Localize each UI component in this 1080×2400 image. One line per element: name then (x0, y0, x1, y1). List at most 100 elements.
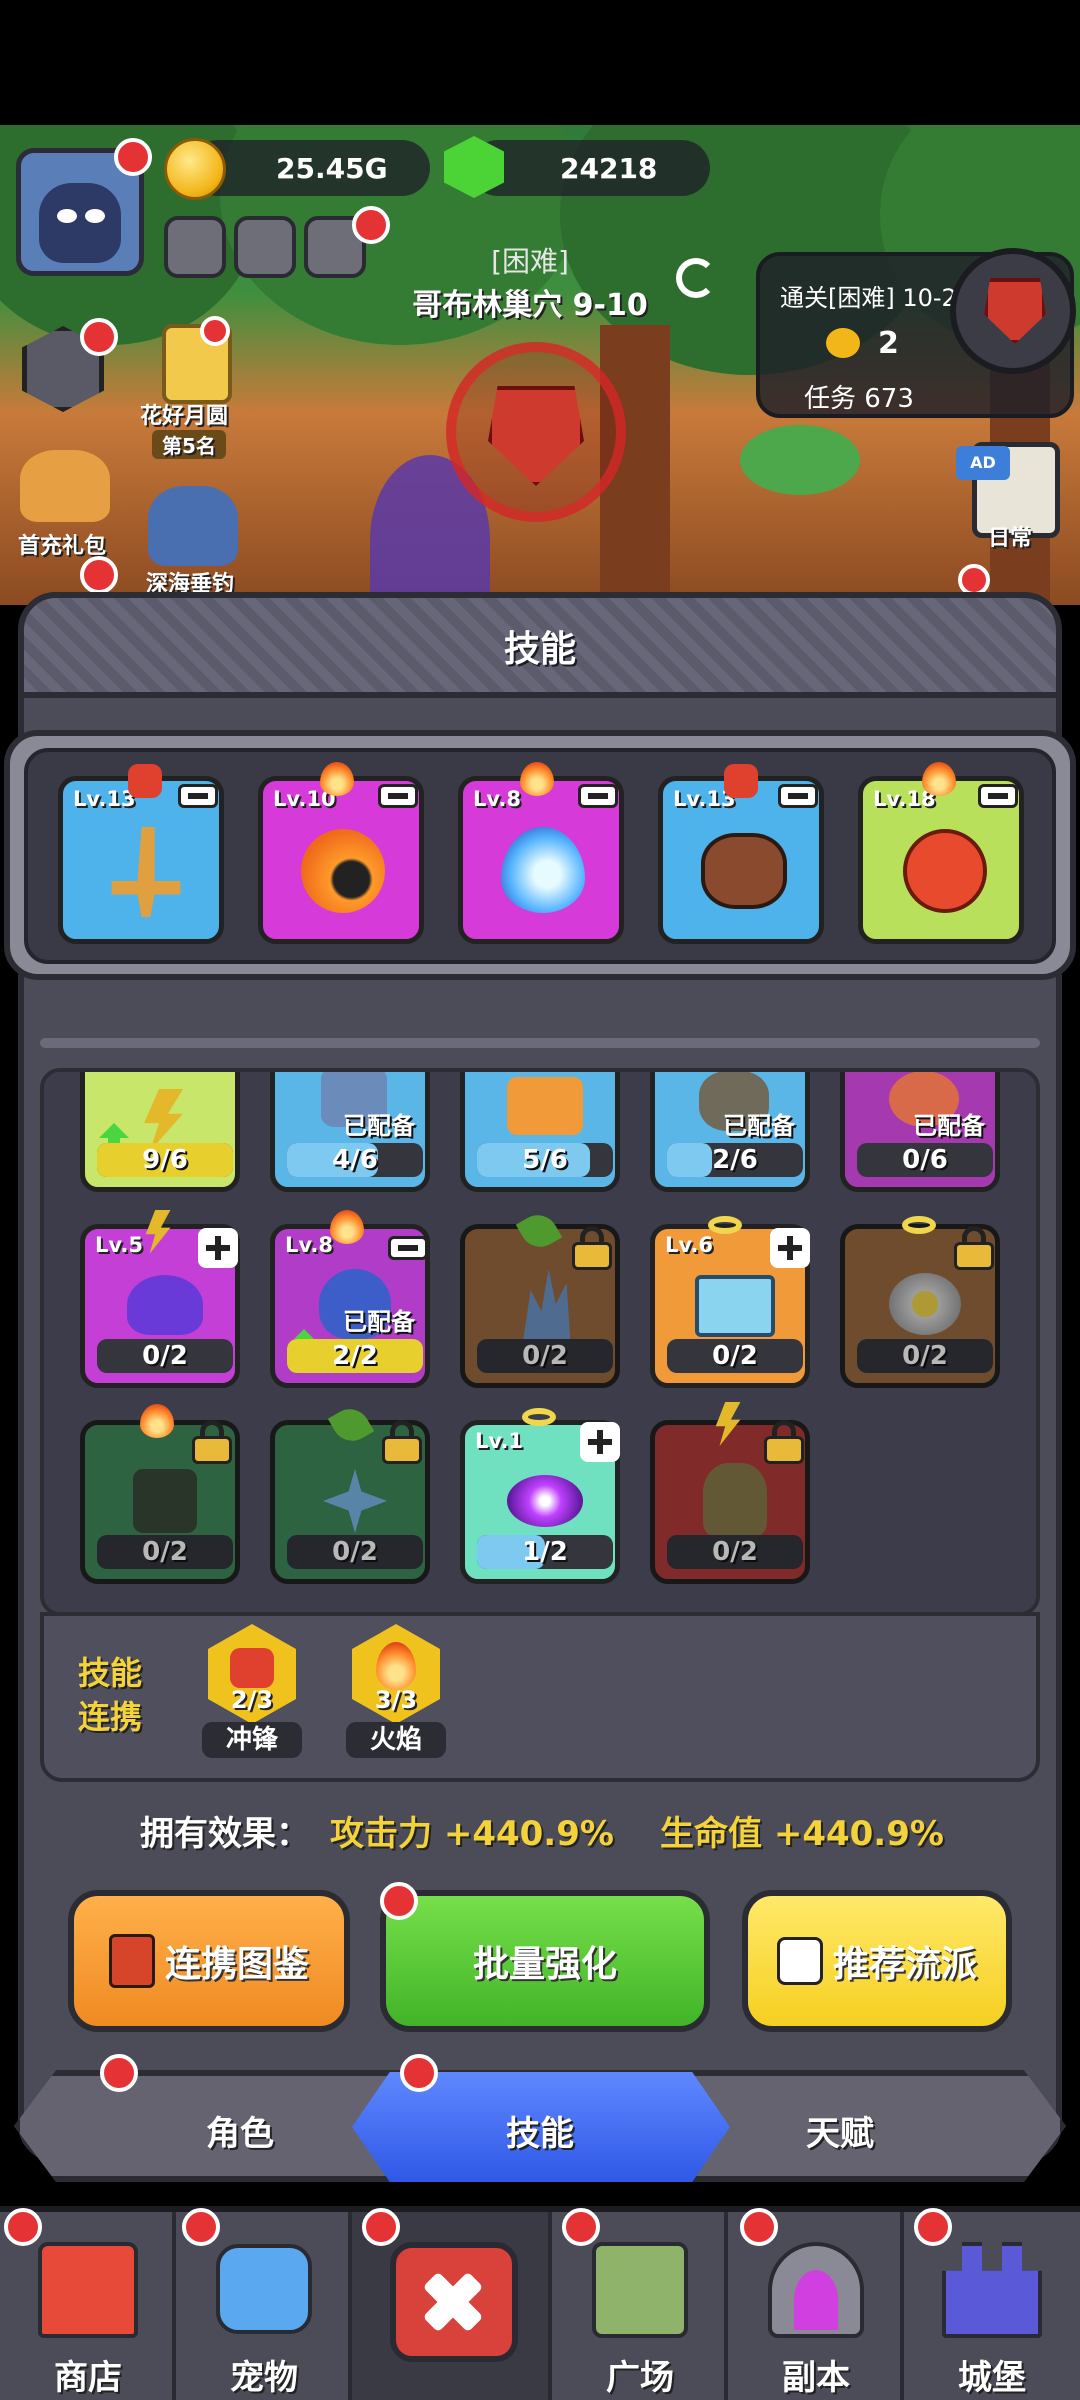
skill-card[interactable]: 已配备 2/6 (650, 1072, 810, 1192)
book-icon (108, 1934, 155, 1988)
lock-icon (382, 1420, 422, 1464)
unequip-button[interactable] (388, 1236, 428, 1260)
flame-badge-icon (140, 1404, 174, 1438)
heart-icon[interactable] (164, 216, 226, 278)
progress-bar: 0/6 (857, 1143, 993, 1177)
skill-panel-title: 技能 (503, 629, 576, 670)
unequip-button[interactable] (578, 784, 618, 808)
collection-button-label: 连携图鉴 (164, 1944, 309, 1985)
thumbs-up-icon (776, 1937, 823, 1985)
gold-coin-icon (164, 138, 226, 200)
progress-bar: 5/6 (477, 1143, 613, 1177)
skill-link-section (40, 1612, 1040, 1782)
tab-talent[interactable]: 天赋 (730, 2106, 950, 2155)
quest-boss-button[interactable] (950, 248, 1076, 374)
equipped-tag: 已配备 (723, 1112, 795, 1140)
progress-bar: 0/2 (97, 1339, 233, 1373)
lock-icon (192, 1420, 232, 1464)
flame-badge-icon (922, 762, 956, 796)
nav-castle-label: 城堡 (958, 2358, 1026, 2398)
quest-boss-icon (984, 278, 1046, 344)
equipped-tag: 已配备 (913, 1112, 985, 1140)
fireball-icon (301, 829, 385, 913)
close-button[interactable] (390, 2242, 518, 2362)
skill-level: Lv.5 (95, 1233, 143, 1257)
festival-name: 花好月圆 (140, 404, 229, 429)
progress-bar: 0/2 (667, 1535, 803, 1569)
skill-card[interactable]: 已配备 0/6 (840, 1072, 1000, 1192)
festival-rank: 第5名 (152, 430, 226, 459)
boar-icon (701, 833, 787, 909)
castle-icon (942, 2242, 1042, 2338)
equip-button[interactable] (580, 1422, 620, 1462)
tab-skill-notification-dot (400, 2054, 438, 2092)
charge-link-name: 冲锋 (202, 1722, 302, 1758)
thunder-knight-icon (703, 1463, 767, 1537)
unequip-button[interactable] (778, 784, 818, 808)
progress-bar: 0/2 (477, 1339, 613, 1373)
stage-name: 哥布林巢穴 9-10 (412, 288, 648, 323)
arrows-icon (507, 1077, 583, 1135)
ad-badge: AD (956, 446, 1010, 480)
bell-icon[interactable] (234, 216, 296, 278)
stage-difficulty: [困难] (491, 245, 569, 278)
flame-link-name: 火焰 (346, 1722, 446, 1758)
unequip-button[interactable] (178, 784, 218, 808)
attack-bonus: 攻击力 +440.9% (330, 1814, 614, 1854)
charge-link-count: 2/3 (230, 1686, 274, 1714)
nav-dungeon-label: 副本 (782, 2358, 850, 2398)
recommend-button[interactable]: 推荐流派 (742, 1890, 1012, 2032)
snowflake-icon (323, 1469, 387, 1533)
unequip-button[interactable] (978, 784, 1018, 808)
lock-icon (572, 1226, 612, 1270)
progress-bar: 0/2 (97, 1535, 233, 1569)
progress-bar: 0/2 (287, 1535, 423, 1569)
poison-slime-icon (127, 1275, 203, 1335)
progress-bar: 4/6 (287, 1143, 423, 1177)
hp-bonus: 生命值 +440.9% (660, 1814, 944, 1854)
equipped-tag: 已配备 (343, 1308, 415, 1336)
flame-badge-icon (520, 762, 554, 796)
progress-bar: 1/2 (477, 1535, 613, 1569)
avatar-notification-dot (114, 138, 152, 176)
tab-character[interactable]: 角色 (130, 2106, 350, 2155)
progress-bar: 9/6 (97, 1143, 233, 1177)
skill-level: Lv.8 (285, 1233, 333, 1257)
progress-bar: 2/6 (667, 1143, 803, 1177)
lightning-icon (144, 1089, 183, 1151)
first-pack-label: 首充礼包 (18, 534, 107, 559)
festival-notification-dot (200, 316, 230, 346)
nav-shop-notification-dot (4, 2208, 42, 2246)
skill-card[interactable]: 5/6 (460, 1072, 620, 1192)
equip-button[interactable] (198, 1228, 238, 1268)
equip-button[interactable] (770, 1228, 810, 1268)
nav-pet-label: 宠物 (230, 2358, 298, 2398)
pet-icon (216, 2244, 312, 2334)
progress-bar: 0/2 (857, 1339, 993, 1373)
unequip-button[interactable] (378, 784, 418, 808)
lock-icon (954, 1226, 994, 1270)
refresh-icon[interactable] (676, 258, 716, 298)
ice-orb-icon (501, 827, 585, 913)
recommend-button-label: 推荐流派 (832, 1944, 977, 1985)
flame-link-count: 3/3 (374, 1686, 418, 1714)
progress-bar: 2/2 (287, 1339, 423, 1373)
batch-upgrade-button[interactable]: 批量强化 (380, 1890, 710, 2032)
skill-card[interactable]: 9/6 (80, 1072, 240, 1192)
spell-book-icon (695, 1275, 775, 1337)
flame-sword-icon (903, 829, 987, 913)
skill-level: Lv.8 (473, 787, 521, 811)
badge-notification-dot (352, 206, 390, 244)
equipped-tag: 已配备 (343, 1112, 415, 1140)
skill-level: Lv.6 (665, 1233, 713, 1257)
quest-stage: 通关[困难] 10-2 (780, 284, 957, 312)
skill-grid[interactable]: 9/6 已配备 4/6 5/6 已配备 2/6 已配备 0/6 Lv.5 0/2… (40, 1068, 1040, 1616)
tab-skill[interactable]: 技能 (430, 2106, 650, 2155)
shop-icon (38, 2242, 138, 2338)
collection-button[interactable]: 连携图鉴 (68, 1890, 350, 2032)
nav-plaza-label: 广场 (606, 2358, 674, 2398)
nav-castle-notification-dot (914, 2208, 952, 2246)
plaza-icon (592, 2242, 688, 2338)
effect-label: 拥有效果： (140, 1814, 310, 1854)
skill-card[interactable]: 已配备 4/6 (270, 1072, 430, 1192)
